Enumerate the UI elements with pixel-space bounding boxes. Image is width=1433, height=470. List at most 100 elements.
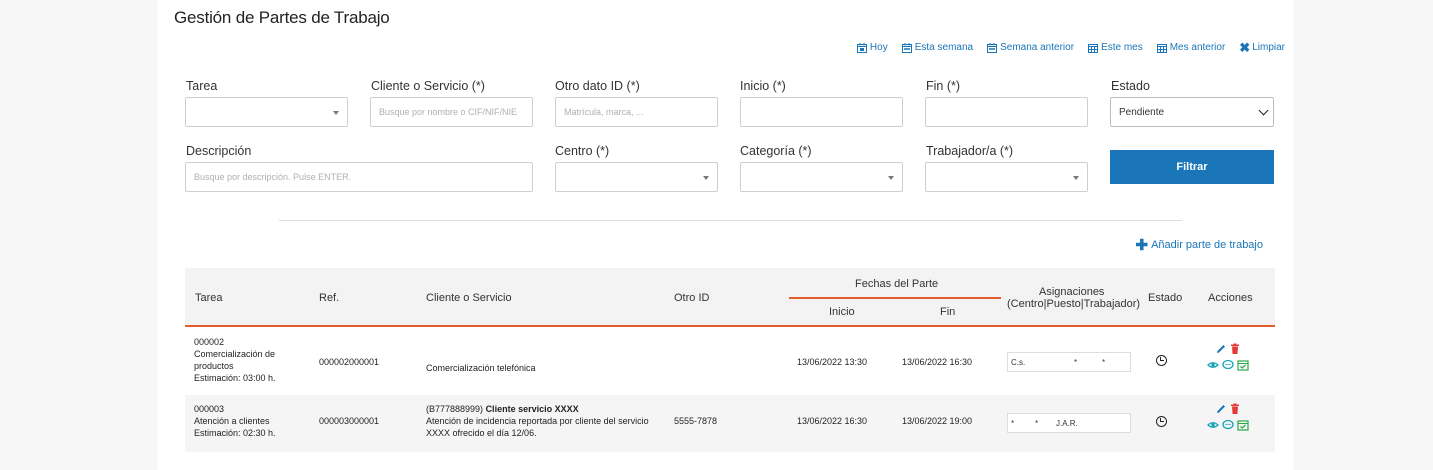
centro-label: Centro (*): [555, 144, 610, 158]
col-tarea: Tarea: [195, 292, 223, 304]
col-asignaciones: Asignaciones: [1039, 286, 1105, 298]
caret-down-icon: [703, 176, 709, 180]
calendar-icon: [901, 42, 912, 53]
calendar-check-icon[interactable]: [1237, 419, 1249, 431]
asg-trabajador: J.A.R.: [1056, 419, 1078, 428]
fechas-group-underline: [789, 297, 1001, 299]
eye-icon[interactable]: [1207, 419, 1219, 431]
asg-trabajador: *: [1102, 358, 1106, 367]
calendar-check-icon[interactable]: [1237, 359, 1249, 371]
cliente-header: (B777888999) Cliente servicio XXXX: [426, 403, 579, 415]
main-panel: Gestión de Partes de Trabajo Hoy Esta se…: [157, 0, 1293, 470]
tarea-label: Tarea: [186, 79, 218, 93]
inicio-input[interactable]: [740, 97, 903, 127]
cliente-description: Atención de incidencia reportada por cli…: [426, 416, 649, 426]
caret-down-icon: [1073, 176, 1079, 180]
estimacion: Estimación: 02:30 h.: [194, 428, 276, 438]
cliente-label: Cliente o Servicio (*): [371, 79, 485, 93]
quick-date-label: Esta semana: [914, 42, 974, 53]
tarea-name: Comercialización de: [194, 349, 276, 359]
col-fin: Fin: [940, 306, 956, 318]
tarea-select[interactable]: [185, 97, 348, 127]
estado-select[interactable]: Pendiente: [1110, 97, 1274, 127]
plus-icon: ✚: [1135, 236, 1149, 254]
calendar-icon: [856, 42, 867, 53]
estimacion: Estimación: 03:00 h.: [194, 373, 276, 383]
trash-icon[interactable]: [1229, 343, 1241, 355]
fecha-inicio: 13/06/2022 13:30: [797, 357, 868, 367]
categoria-label: Categoría (*): [740, 144, 812, 158]
work-orders-table: Tarea Ref. Cliente o Servicio Otro ID Fe…: [185, 268, 1275, 452]
fecha-fin: 13/06/2022 16:30: [902, 357, 973, 367]
quick-date-this-month[interactable]: Este mes: [1088, 42, 1143, 53]
col-fechas-group: Fechas del Parte: [855, 278, 939, 290]
asg-puesto: *: [1074, 358, 1078, 367]
otro-dato-input[interactable]: [555, 97, 718, 127]
estado-label: Estado: [1111, 79, 1150, 93]
chevron-down-icon: [1258, 105, 1269, 116]
ref: 000003000001: [319, 416, 380, 426]
trabajador-select[interactable]: [925, 162, 1088, 192]
categoria-select[interactable]: [740, 162, 903, 192]
col-otro-id: Otro ID: [674, 292, 710, 304]
quick-date-label: Limpiar: [1252, 42, 1285, 53]
quick-date-today[interactable]: Hoy: [856, 42, 888, 53]
quick-date-label: Este mes: [1101, 42, 1143, 53]
asignaciones-field[interactable]: * * J.A.R.: [1007, 413, 1131, 433]
page-title: Gestión de Partes de Trabajo: [174, 8, 390, 27]
col-asignaciones-sub: (Centro|Puesto|Trabajador): [1007, 298, 1141, 310]
caret-down-icon: [333, 111, 339, 115]
table-row[interactable]: 000002 Comercialización de productos Est…: [185, 329, 1275, 395]
tarea-code: 000002: [194, 337, 225, 347]
quick-date-last-week[interactable]: Semana anterior: [987, 42, 1074, 53]
quick-date-this-week[interactable]: Esta semana: [901, 42, 974, 53]
col-acciones: Acciones: [1208, 292, 1253, 304]
asg-centro: C.s.: [1011, 358, 1026, 367]
cliente-id: (B777888999): [426, 404, 484, 414]
col-estado: Estado: [1148, 292, 1183, 304]
clock-icon: [1156, 416, 1167, 427]
caret-down-icon: [888, 176, 894, 180]
estado-selected-value: Pendiente: [1119, 106, 1165, 118]
fin-label: Fin (*): [926, 79, 961, 93]
eye-icon[interactable]: [1207, 359, 1219, 371]
calendar-grid-icon: [1156, 43, 1167, 53]
descripcion-label: Descripción: [186, 144, 252, 158]
table-row[interactable]: 000003 Atención a clientes Estimación: 0…: [185, 395, 1275, 452]
fin-input[interactable]: [925, 97, 1088, 127]
quick-date-links: Hoy Esta semana Semana anterior Este mes…: [856, 41, 1285, 54]
quick-date-clear[interactable]: ✖ Limpiar: [1239, 41, 1285, 54]
calendar-icon: [987, 42, 998, 53]
pencil-icon[interactable]: [1215, 403, 1227, 415]
inicio-label: Inicio (*): [740, 79, 786, 93]
add-work-order-label: Añadir parte de trabajo: [1151, 239, 1263, 251]
comment-icon[interactable]: [1222, 359, 1234, 371]
add-work-order-link[interactable]: ✚ Añadir parte de trabajo: [1135, 236, 1264, 254]
trash-icon[interactable]: [1229, 403, 1241, 415]
quick-date-label: Semana anterior: [1000, 42, 1075, 53]
quick-date-last-month[interactable]: Mes anterior: [1156, 42, 1226, 53]
asg-puesto: *: [1035, 419, 1039, 428]
cliente-input[interactable]: [370, 97, 533, 127]
comment-icon[interactable]: [1222, 419, 1234, 431]
cliente-name: Cliente servicio XXXX: [485, 404, 579, 414]
filter-button[interactable]: Filtrar: [1110, 150, 1274, 184]
otro-id: 5555-7878: [674, 416, 718, 426]
quick-date-label: Hoy: [869, 42, 888, 53]
centro-select[interactable]: [555, 162, 718, 192]
descripcion-input[interactable]: [185, 162, 533, 192]
tarea-code: 000003: [194, 404, 225, 414]
cliente-description: Comercialización telefónica: [426, 363, 536, 373]
cliente-description-cont: XXXX ofrecido el día 12/06.: [426, 428, 537, 438]
quick-date-label: Mes anterior: [1169, 42, 1226, 53]
row-actions: [1203, 403, 1249, 439]
tarea-name: Atención a clientes: [194, 416, 270, 426]
trabajador-label: Trabajador/a (*): [926, 144, 1014, 158]
clock-icon: [1156, 355, 1167, 366]
tarea-name-cont: productos: [194, 361, 234, 371]
row-actions: [1203, 343, 1249, 379]
pencil-icon[interactable]: [1215, 343, 1227, 355]
ref: 000002000001: [319, 357, 380, 367]
asignaciones-field[interactable]: C.s. * *: [1007, 352, 1131, 372]
col-ref: Ref.: [319, 292, 340, 304]
